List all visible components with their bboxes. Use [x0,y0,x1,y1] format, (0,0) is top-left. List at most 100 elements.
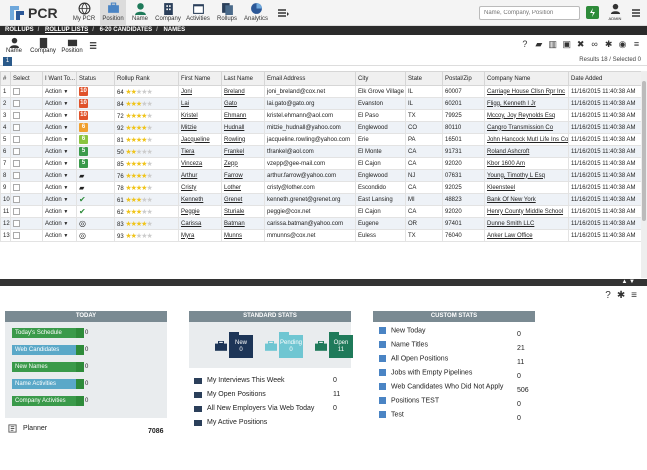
column-header[interactable]: City [355,71,406,86]
last-name-link[interactable]: Hudnall [221,121,265,134]
table-row[interactable]: 7 Action ▼ 5 85 ★★★★★ Vinceza Zepp vzepp@gee-m… [0,157,642,170]
nav-name[interactable]: Name [128,0,152,26]
action-dropdown[interactable]: Action ▼ [42,181,77,194]
help-icon[interactable]: ? [520,40,529,49]
select-cell[interactable] [10,157,43,170]
company-link[interactable]: Dunne Smith LLC [484,217,569,230]
list-menu-icon[interactable]: ≡ [632,40,641,49]
action-dropdown[interactable]: Action ▼ [42,145,77,158]
company-link[interactable]: Carriage House Cllsn Rpr Inc [484,85,569,98]
settings-menu-icon[interactable] [630,6,644,20]
column-header[interactable]: Rollup Rank [114,71,179,86]
custom-stat-row[interactable]: Web Candidates Who Did Not Apply [379,383,503,390]
column-header[interactable]: First Name [178,71,222,86]
action-dropdown[interactable]: Action ▼ [42,109,77,122]
last-name-link[interactable]: Lother [221,181,265,194]
breadcrumb-rollups[interactable]: ROLLUPS [5,27,34,33]
planner-row[interactable]: Planner [8,424,47,433]
select-cell[interactable] [10,97,43,110]
select-cell[interactable] [10,181,43,194]
last-name-link[interactable]: Rowling [221,133,265,146]
company-link[interactable]: Kleensteel [484,181,569,194]
first-name-link[interactable]: Kenneth [178,193,222,206]
row-checkbox[interactable] [13,147,20,155]
menu-icon[interactable] [276,6,290,20]
stat-folder[interactable]: Pending 0 [265,332,303,359]
last-name-link[interactable]: Munns [221,229,265,242]
custom-stat-row[interactable]: Test [379,411,404,418]
save-icon[interactable]: ▣ [562,40,571,49]
last-name-link[interactable]: Grenet [221,193,265,206]
standard-stat-row[interactable]: My Active Positions [194,418,267,426]
stat-folder[interactable]: Open 11 [315,332,353,359]
row-checkbox[interactable] [13,195,20,203]
row-checkbox[interactable] [13,123,20,131]
action-dropdown[interactable]: Action ▼ [42,157,77,170]
table-row[interactable]: 4 Action ▼ 6 92 ★★★★★ Mitzie Hudnall mitzie_hu… [0,121,642,134]
row-checkbox[interactable] [13,183,20,191]
column-header[interactable]: Company Name [484,71,569,86]
first-name-link[interactable]: Kristel [178,109,222,122]
table-row[interactable]: 1 Action ▼ 10 64 ★★★★★ Joni Breland joni_brela… [0,85,642,98]
table-row[interactable]: 8 Action ▼ ▰ 76 ★★★★★ Arthur Farrow arthur.far… [0,169,642,182]
delete-icon[interactable]: ✖ [576,40,585,49]
select-cell[interactable] [10,85,43,98]
page-number[interactable]: 1 [3,57,12,66]
company-link[interactable]: John Hancock Mutl Life Ins Co [484,133,569,146]
column-header[interactable]: Last Name [221,71,265,86]
action-dropdown[interactable]: Action ▼ [42,229,77,242]
custom-stat-row[interactable]: Name Titles [379,341,428,348]
stat-folder[interactable]: New 0 [215,332,253,359]
column-header[interactable]: Postal/Zip [442,71,485,86]
nav-activities[interactable]: Activities [184,0,212,26]
table-row[interactable]: 9 Action ▼ ▰ 78 ★★★★★ Cristy Lother cristy@lot… [0,181,642,194]
row-checkbox[interactable] [13,159,20,167]
last-name-link[interactable]: Zepp [221,157,265,170]
gear-icon[interactable]: ✱ [617,290,625,301]
custom-stat-row[interactable]: Jobs with Empty Pipelines [379,369,472,376]
chat-icon[interactable]: ▰ [534,40,543,49]
company-link[interactable]: Bank Of New York [484,193,569,206]
nav-company[interactable]: Company [154,0,182,26]
custom-stat-row[interactable]: Positions TEST [379,397,439,404]
first-name-link[interactable]: Mitzie [178,121,222,134]
select-cell[interactable] [10,145,43,158]
company-link[interactable]: Mccoy, Joy Reynolds Esq [484,109,569,122]
first-name-link[interactable]: Peggie [178,205,222,218]
select-cell[interactable] [10,121,43,134]
action-dropdown[interactable]: Action ▼ [42,217,77,230]
row-checkbox[interactable] [13,171,20,179]
action-dropdown[interactable]: Action ▼ [42,193,77,206]
gear-icon[interactable]: ✱ [604,40,613,49]
first-name-link[interactable]: Cristy [178,181,222,194]
standard-stat-row[interactable]: My Open Positions [194,390,266,398]
columns-icon[interactable]: ▥ [548,40,558,49]
add-position-button[interactable]: Position [60,37,84,54]
table-row[interactable]: 10 Action ▼ ✔ 61 ★★★★★ Kenneth Grenet kenneth.… [0,193,642,206]
first-name-link[interactable]: Joni [178,85,222,98]
today-item[interactable]: Company Activities [12,396,84,406]
table-row[interactable]: 6 Action ▼ 5 50 ★★★★★ Tiera Frankel tfrankel@a… [0,145,642,158]
company-link[interactable]: Kbor 1600 Am [484,157,569,170]
column-header[interactable]: I Want To... [42,71,77,86]
link-icon[interactable]: ∞ [590,40,599,49]
breadcrumb-candidates[interactable]: 6-20 CANDIDATES [100,27,153,33]
search-input[interactable] [484,10,575,16]
last-name-link[interactable]: Gato [221,97,265,110]
collapse-arrows-icon[interactable]: ▲ ▼ [621,279,635,285]
row-checkbox[interactable] [13,87,20,95]
action-dropdown[interactable]: Action ▼ [42,133,77,146]
action-dropdown[interactable]: Action ▼ [42,97,77,110]
last-name-link[interactable]: Batman [221,217,265,230]
nav-analytics[interactable]: Analytics [242,0,270,26]
column-header[interactable]: Status [76,71,115,86]
first-name-link[interactable]: Carissa [178,217,222,230]
nav-rollups[interactable]: Rollups [214,0,240,26]
list-menu-icon[interactable]: ≡ [631,290,637,301]
view-icon[interactable]: ◉ [618,40,627,49]
add-company-button[interactable]: Company [30,37,56,54]
last-name-link[interactable]: Sturiale [221,205,265,218]
today-item[interactable]: New Names [12,362,84,372]
first-name-link[interactable]: Myra [178,229,222,242]
column-header[interactable]: Select [10,71,43,86]
